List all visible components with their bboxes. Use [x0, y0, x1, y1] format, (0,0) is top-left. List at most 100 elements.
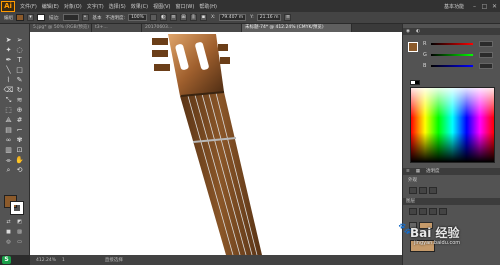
swap-colors-icon[interactable]: ⇄: [3, 218, 14, 227]
recolor-icon[interactable]: ◐: [159, 14, 167, 21]
rotate-view-icon[interactable]: ⟲: [14, 166, 25, 175]
slider-g[interactable]: G: [423, 52, 493, 58]
layer-new-icon[interactable]: [429, 208, 437, 215]
slider-g-label: G: [423, 52, 427, 58]
menu-type[interactable]: 文字(T): [87, 3, 104, 10]
rotate-tool-icon[interactable]: ↻: [14, 86, 25, 95]
pencil-tool-icon[interactable]: ✎: [14, 76, 25, 85]
artboard-tool-icon[interactable]: ⊡: [14, 146, 25, 155]
layer-visibility-icon[interactable]: [409, 208, 417, 215]
free-transform-tool-icon[interactable]: ⬚: [3, 106, 14, 115]
color-mode-icon[interactable]: ■: [3, 228, 14, 237]
illustrator-window: Ai 文件(F) 编辑(E) 对象(O) 文字(T) 选择(S) 效果(C) 视…: [0, 0, 500, 265]
tab-color-guide[interactable]: ◐: [413, 28, 423, 35]
slider-b-value[interactable]: [479, 63, 493, 69]
tab-document-active[interactable]: 未标题-74* @ 412.24% (CMYK/预览): [242, 24, 352, 32]
artboard-canvas[interactable]: [30, 32, 402, 255]
slider-b-track[interactable]: [431, 65, 473, 67]
stroke-color-swatch[interactable]: [10, 201, 24, 215]
opacity-input[interactable]: 100%: [128, 14, 147, 21]
color-spectrum[interactable]: [410, 87, 495, 163]
menu-effect[interactable]: 效果(C): [131, 3, 148, 10]
style-swatch-icon[interactable]: [149, 14, 157, 21]
menu-edit[interactable]: 编辑(E): [42, 3, 59, 10]
type-tool-icon[interactable]: T: [14, 56, 25, 65]
layers-panel-header: 图层: [403, 198, 500, 205]
reference-point-icon[interactable]: ▪: [199, 14, 207, 21]
slice-tool-icon[interactable]: ⌯: [3, 156, 14, 165]
pen-tool-icon[interactable]: ✒: [3, 56, 14, 65]
transform-icon[interactable]: ⊞: [179, 14, 187, 21]
line-tool-icon[interactable]: ╲: [3, 66, 14, 75]
black-white-swatches[interactable]: [410, 80, 420, 85]
x-position-input[interactable]: 79.407 m: [218, 14, 247, 21]
brush-icon[interactable]: •: [81, 14, 89, 21]
tab-document-1[interactable]: 5.jpg* @ 50% (RGB/预览): [30, 24, 92, 32]
layer-lock-icon[interactable]: [419, 208, 427, 215]
y-position-input[interactable]: 21.16 m: [256, 14, 282, 21]
add-new-icon[interactable]: [409, 187, 417, 194]
screen-mode-icon[interactable]: ▭: [14, 238, 25, 247]
tab-layers[interactable]: 图层: [403, 198, 418, 205]
tab-gradient[interactable]: ▦: [413, 168, 423, 175]
slider-r[interactable]: R: [423, 41, 493, 47]
gradient-mode-icon[interactable]: ▨: [14, 228, 25, 237]
scale-tool-icon[interactable]: ⤡: [3, 96, 14, 105]
lasso-tool-icon[interactable]: ◌: [14, 46, 25, 55]
slider-r-value[interactable]: [479, 41, 493, 47]
zoom-level[interactable]: 412.24%: [36, 258, 56, 263]
mesh-tool-icon[interactable]: #: [14, 116, 25, 125]
hand-tool-icon[interactable]: ✋: [14, 156, 25, 165]
magic-wand-tool-icon[interactable]: ✦: [3, 46, 14, 55]
tab-transparency[interactable]: 透明度: [423, 168, 443, 175]
menu-view[interactable]: 视图(V): [153, 3, 170, 10]
width-tool-icon[interactable]: ≋: [14, 96, 25, 105]
workspace-switcher[interactable]: 基本功能: [444, 3, 464, 10]
menu-help[interactable]: 帮助(H): [199, 3, 217, 10]
align-icon[interactable]: ≡: [169, 14, 177, 21]
shape-builder-tool-icon[interactable]: ⊕: [14, 106, 25, 115]
tuning-peg: [152, 38, 168, 45]
start-icon[interactable]: S: [2, 256, 11, 264]
selection-tool-icon[interactable]: ➤: [3, 36, 14, 45]
slider-b[interactable]: B: [423, 63, 493, 69]
gradient-tool-icon[interactable]: ▤: [3, 126, 14, 135]
distribute-icon[interactable]: ⫼: [189, 14, 197, 21]
slider-g-value[interactable]: [479, 52, 493, 58]
graph-tool-icon[interactable]: ▥: [3, 146, 14, 155]
default-colors-icon[interactable]: ◩: [14, 218, 25, 227]
menu-object[interactable]: 对象(O): [64, 3, 82, 10]
tab-document-2[interactable]: t3+...: [92, 24, 142, 32]
close-icon[interactable]: ✕: [490, 2, 499, 11]
tab-document-3[interactable]: 20170603...: [142, 24, 242, 32]
menu-select[interactable]: 选择(S): [109, 3, 126, 10]
perspective-tool-icon[interactable]: ⟁: [3, 116, 14, 125]
fill-swatch-control[interactable]: [16, 14, 24, 21]
rectangle-tool-icon[interactable]: □: [14, 66, 25, 75]
maximize-icon[interactable]: □: [480, 2, 489, 11]
minimize-icon[interactable]: –: [470, 2, 479, 11]
symbol-sprayer-tool-icon[interactable]: ✾: [14, 136, 25, 145]
menu-file[interactable]: 文件(F): [20, 3, 37, 10]
blend-tool-icon[interactable]: ∞: [3, 136, 14, 145]
delete-icon[interactable]: [429, 187, 437, 194]
zoom-tool-icon[interactable]: ⌕: [3, 166, 14, 175]
direct-selection-tool-icon[interactable]: ➢: [14, 36, 25, 45]
menu-window[interactable]: 窗口(W): [175, 3, 194, 10]
menu-overflow-icon[interactable]: ≡: [284, 14, 292, 21]
current-color-swatch[interactable]: [408, 42, 418, 52]
draw-mode-icon[interactable]: ◎: [3, 238, 14, 247]
eraser-tool-icon[interactable]: ⌫: [3, 86, 14, 95]
tab-color[interactable]: ◉: [403, 28, 413, 35]
tab-stroke[interactable]: ≡: [403, 168, 413, 175]
fill-dropdown-icon[interactable]: ▾: [27, 14, 34, 21]
stroke-weight-input[interactable]: [62, 14, 79, 21]
stroke-swatch-control[interactable]: [37, 14, 45, 21]
artboard-number[interactable]: 1: [62, 258, 65, 263]
eyedropper-tool-icon[interactable]: ⌐: [14, 126, 25, 135]
layer-delete-icon[interactable]: [439, 208, 447, 215]
slider-r-track[interactable]: [431, 43, 473, 45]
paintbrush-tool-icon[interactable]: ⌇: [3, 76, 14, 85]
slider-g-track[interactable]: [431, 54, 473, 56]
duplicate-icon[interactable]: [419, 187, 427, 194]
